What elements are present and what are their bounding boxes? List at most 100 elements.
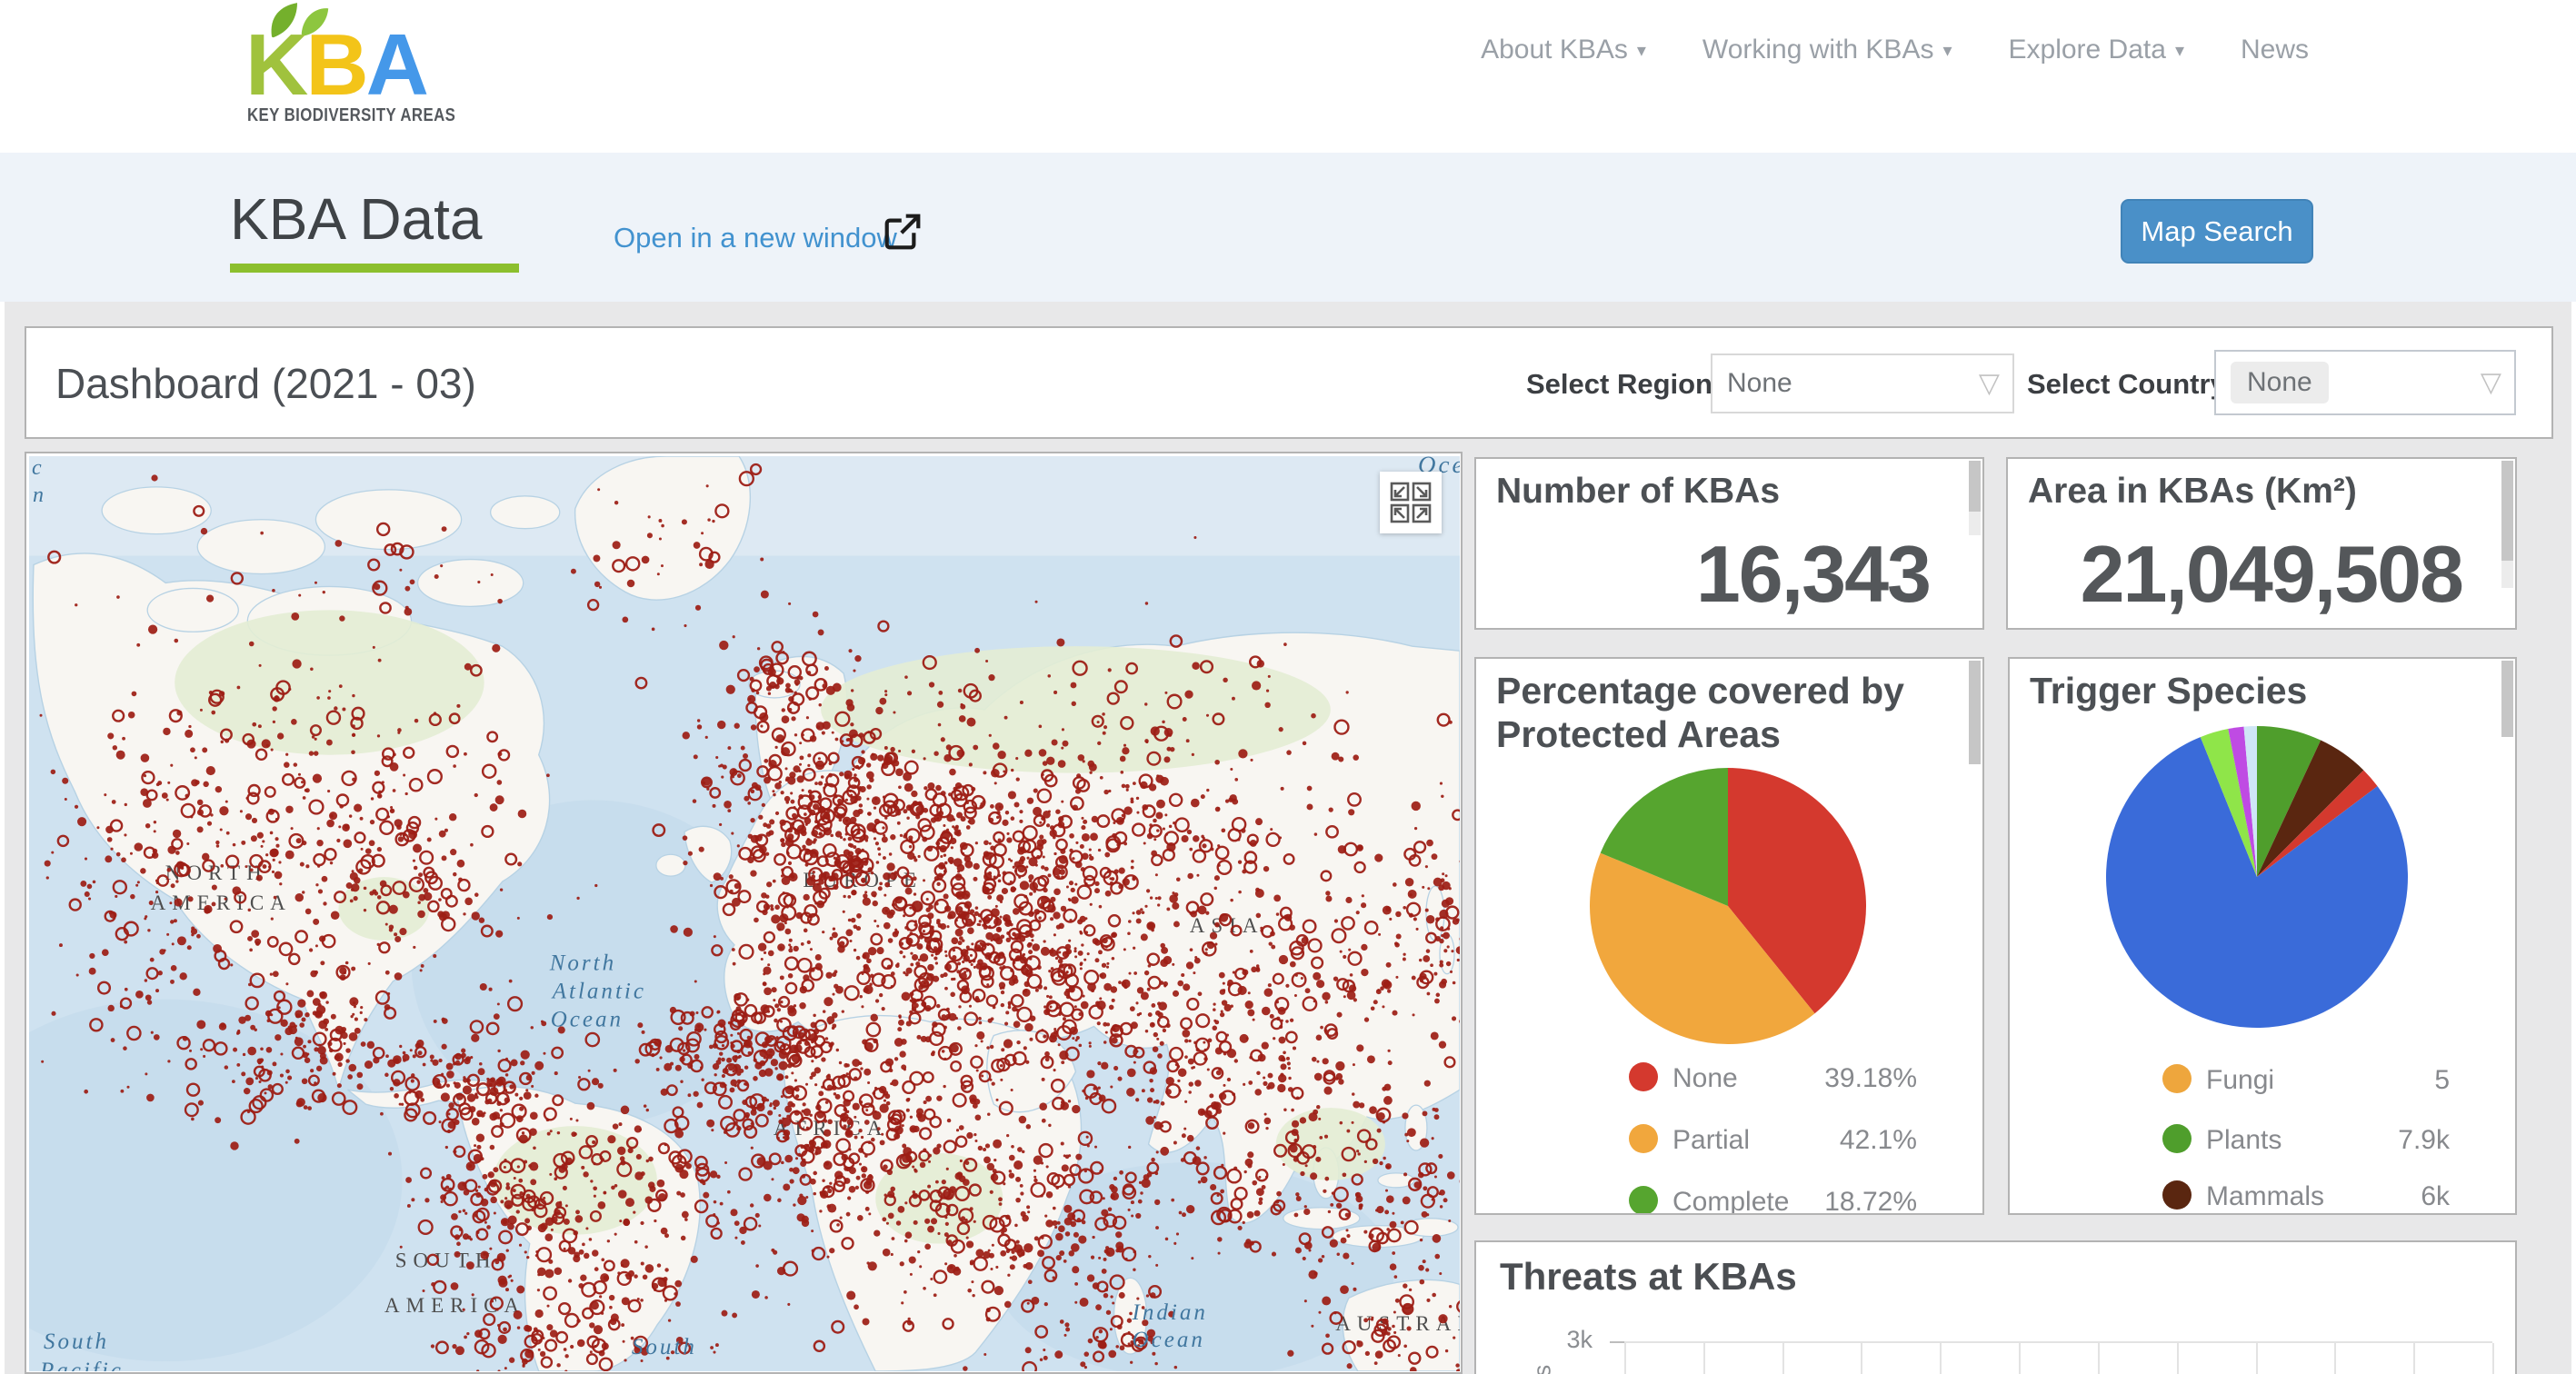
gridline <box>1940 1343 1942 1374</box>
threats-chart-card: Threats at KBAs 3k s <box>1474 1240 2517 1374</box>
legend-row-mammals[interactable]: Mammals 6k <box>2010 1177 2515 1215</box>
map-ocean-label: Pacific <box>39 1359 124 1371</box>
legend-color-dot <box>1629 1124 1658 1153</box>
page: KBA KEY BIODIVERSITY AREAS About KBAs ▾ W… <box>0 0 2576 1374</box>
legend-row-none[interactable]: None 39.18% <box>1476 1059 1982 1099</box>
logo-letter-a: A <box>366 16 426 114</box>
page-title: KBA Data <box>230 185 483 253</box>
chevron-down-icon: ▾ <box>2175 39 2184 62</box>
legend-row-partial[interactable]: Partial 42.1% <box>1476 1120 1982 1160</box>
legend-value: 5 <box>2434 1065 2450 1096</box>
select-country-dropdown[interactable]: None ▽ <box>2214 350 2516 415</box>
kba-logo[interactable]: KBA KEY BIODIVERSITY AREAS <box>245 5 445 142</box>
gridline <box>2177 1343 2179 1374</box>
gridline <box>2098 1343 2100 1374</box>
scrollbar-thumb[interactable] <box>2501 661 2513 737</box>
gridline <box>1703 1343 1705 1374</box>
stat-value: 16,343 <box>1696 528 1930 621</box>
stat-value: 21,049,508 <box>2081 528 2462 621</box>
gridline <box>1861 1343 1862 1374</box>
chart-title: Trigger Species <box>2030 670 2466 713</box>
map-expand-button[interactable] <box>1380 472 1442 533</box>
expand-icon <box>1390 482 1432 523</box>
legend-label: None <box>1672 1063 1738 1094</box>
nav-item-news[interactable]: News <box>2241 35 2309 65</box>
nav-item-explore-data[interactable]: Explore Data ▾ <box>2009 35 2184 65</box>
gridline <box>1624 1341 2492 1343</box>
nav-label: Working with KBAs <box>1702 35 1934 65</box>
nav-label: About KBAs <box>1481 35 1628 65</box>
chart-title: Percentage covered by Protected Areas <box>1496 670 1932 757</box>
pie-card-trigger-species: Trigger Species Fungi 5 Plants 7.9k Mamm… <box>2008 657 2517 1215</box>
map-label-america: AMERICA <box>384 1294 525 1317</box>
map-ocean-label: Atlantic <box>551 980 646 1004</box>
world-map[interactable]: NORTHAMERICASOUTHAMERICAEUROPEAFRICAASIA… <box>29 456 1460 1371</box>
scrollbar-thumb[interactable] <box>1969 461 1981 512</box>
world-map-card: NORTHAMERICASOUTHAMERICAEUROPEAFRICAASIA… <box>25 452 1463 1374</box>
nav-item-about-kbas[interactable]: About KBAs ▾ <box>1481 35 1646 65</box>
select-region-value: None <box>1727 368 1792 399</box>
nav-label: News <box>2241 35 2309 65</box>
hero-band: KBA Data Open in a new window Map Search <box>0 153 2576 302</box>
stat-card-area-in-kbas: Area in KBAs (Km²) 21,049,508 <box>2006 457 2517 630</box>
dropdown-arrow-icon: ▽ <box>1979 368 2000 400</box>
select-country-label: Select Country <box>2027 368 2226 401</box>
legend-value: 6k <box>2421 1181 2450 1212</box>
legend-label: Partial <box>1672 1125 1750 1156</box>
map-ocean-label: Ocean <box>551 1008 624 1032</box>
gridline <box>1624 1343 1626 1374</box>
scrollbar-thumb[interactable] <box>1969 661 1981 764</box>
select-region-label: Select Region <box>1526 368 1712 401</box>
scrollbar-track <box>1969 512 1981 535</box>
map-ocean-label: Ocean <box>1133 1328 1205 1352</box>
y-axis-tick-label: 3k <box>1553 1326 1593 1354</box>
title-underline <box>230 264 519 273</box>
nav-item-working-with-kbas[interactable]: Working with KBAs ▾ <box>1702 35 1952 65</box>
chevron-down-icon: ▾ <box>1942 39 1952 62</box>
logo-letter-k: K <box>245 16 305 114</box>
legend-label: Plants <box>2206 1125 2281 1156</box>
select-region-dropdown[interactable]: None ▽ <box>1711 353 2014 413</box>
nav-label: Explore Data <box>2009 35 2166 65</box>
map-ocean-label: South <box>632 1335 697 1359</box>
logo-letter-b: B <box>305 16 365 114</box>
scrollbar-track <box>2501 561 2513 588</box>
legend-color-dot <box>2162 1064 2192 1093</box>
legend-color-dot <box>1629 1062 1658 1091</box>
gridline <box>2492 1343 2494 1374</box>
nav-links: About KBAs ▾ Working with KBAs ▾ Explore D… <box>1481 35 2309 65</box>
map-ocean-label: c <box>32 456 45 480</box>
legend-row-complete[interactable]: Complete 18.72% <box>1476 1182 1982 1215</box>
select-country-value: None <box>2231 362 2329 403</box>
legend-value: 7.9k <box>2398 1125 2450 1156</box>
dashboard-header-card: Dashboard (2021 - 03) Select Region None… <box>25 326 2553 439</box>
map-ocean-label: South <box>44 1329 109 1354</box>
map-ocean-label: North <box>549 951 616 976</box>
logo-letters: KBA <box>245 22 426 109</box>
gridline <box>2256 1343 2258 1374</box>
chevron-down-icon: ▾ <box>1637 39 1646 62</box>
legend-value: 42.1% <box>1840 1125 1917 1156</box>
gridline <box>1782 1343 1784 1374</box>
y-axis-label: s <box>1528 1365 1556 1374</box>
legend-color-dot <box>2162 1180 2192 1210</box>
legend-row-fungi[interactable]: Fungi 5 <box>2010 1060 2515 1100</box>
legend-row-plants[interactable]: Plants 7.9k <box>2010 1120 2515 1160</box>
scrollbar-thumb[interactable] <box>2501 461 2513 561</box>
top-nav: KBA KEY BIODIVERSITY AREAS About KBAs ▾ W… <box>0 0 2576 154</box>
map-search-button[interactable]: Map Search <box>2121 199 2313 264</box>
legend-label: Mammals <box>2206 1181 2324 1212</box>
stat-title: Number of KBAs <box>1496 472 1780 512</box>
open-new-window-link[interactable]: Open in a new window <box>614 222 897 254</box>
dashboard-panel: Dashboard (2021 - 03) Select Region None… <box>5 302 2571 1374</box>
legend-value: 39.18% <box>1824 1063 1917 1094</box>
stat-title: Area in KBAs (Km²) <box>2028 472 2357 512</box>
legend-value: 18.72% <box>1824 1187 1917 1215</box>
gridline <box>2019 1343 2021 1374</box>
external-link-icon[interactable] <box>884 213 922 251</box>
gridline <box>2413 1343 2415 1374</box>
legend-label: Complete <box>1672 1187 1789 1215</box>
stat-card-number-of-kbas: Number of KBAs 16,343 <box>1474 457 1984 630</box>
y-axis-tick <box>1610 1341 1624 1343</box>
chart-title: Threats at KBAs <box>1500 1255 1797 1299</box>
